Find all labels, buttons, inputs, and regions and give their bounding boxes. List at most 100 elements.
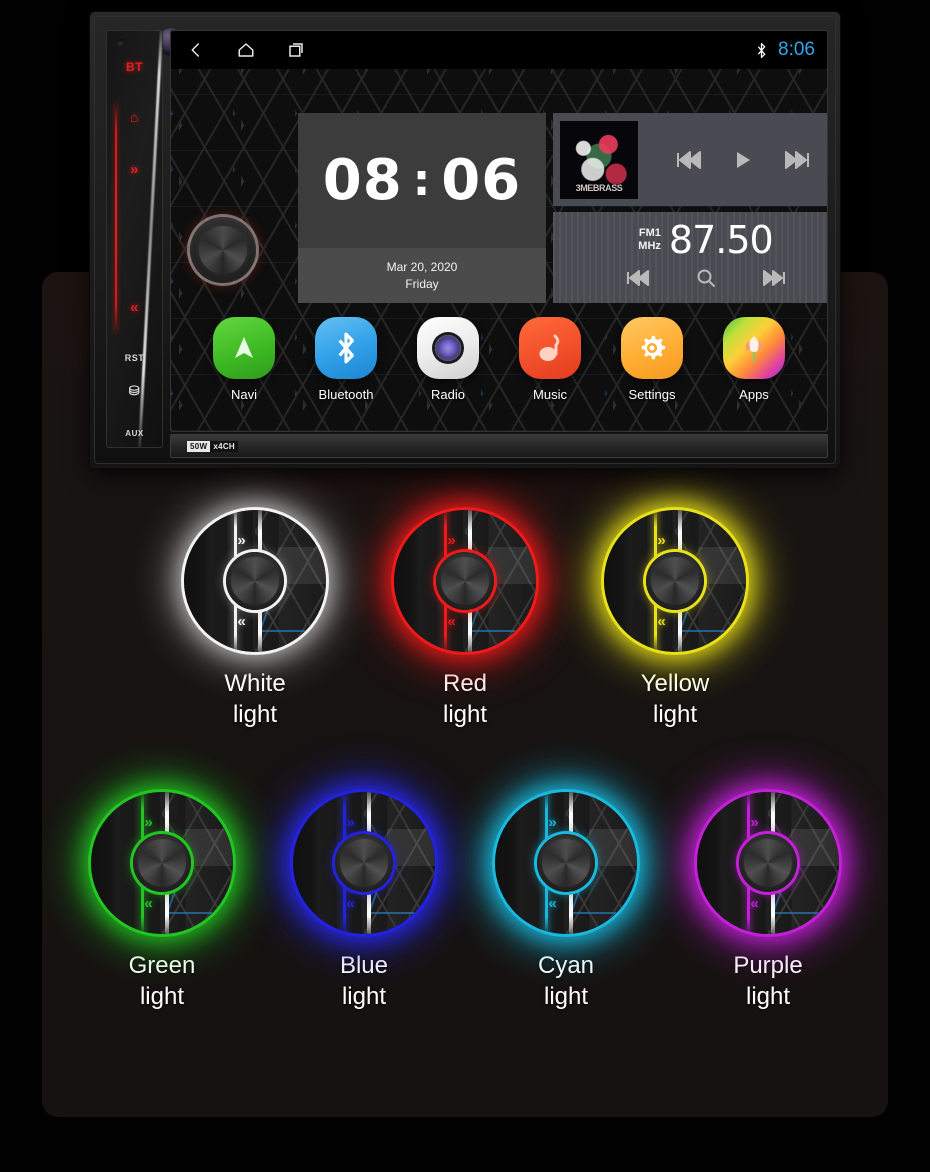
radio-dial-icon[interactable] [417,317,479,379]
next-track-button[interactable]: » [107,161,162,178]
light-option-blue[interactable]: » «Blue light [289,792,439,1012]
next-track-icon[interactable] [784,150,810,169]
label-line-1: Cyan [537,952,595,979]
prev-chevron-icon: « [548,895,557,912]
knob-preview-green[interactable]: » « [91,792,233,934]
seek-down-icon[interactable] [626,270,650,286]
tulip-flower-icon[interactable] [723,317,785,379]
knob-dial[interactable] [335,834,393,892]
panel-highlight [487,546,536,584]
label-line-2: light [543,983,589,1010]
prev-chevron-icon: « [346,895,355,912]
app-radio[interactable]: Radio [405,317,491,402]
screen-surface: 8:06 08 : 06 Mar 20, 2020 Friday 3MEBRAS… [171,31,827,431]
panel-highlight [697,546,746,584]
app-label-radio: Radio [431,387,465,402]
prev-chevron-icon: « [447,613,456,630]
clock-hours: 08 [322,148,403,213]
label-line-2: light [652,701,698,728]
knob-preview-yellow[interactable]: » « [604,510,746,652]
light-options-row-2: » «Green light» «Blue light» «Cyan light» «Purp… [42,792,888,1012]
label-line-2: light [341,983,386,1010]
panel-highlight [790,828,839,866]
knob-dial[interactable] [226,552,284,610]
next-chevron-icon: » [346,814,355,831]
album-art-title: 3MEBRASS [575,182,623,193]
light-option-white[interactable]: » « White light [180,510,330,730]
navigation-arrow-icon[interactable] [213,317,275,379]
back-button[interactable] [171,31,221,69]
app-bluetooth[interactable]: Bluetooth [303,317,389,402]
light-option-yellow[interactable]: » «Yellow light [600,510,750,730]
light-option-cyan[interactable]: » « Cyan light [491,792,641,1012]
light-option-label-blue: Blue light [340,950,388,1012]
clock-date-block: Mar 20, 2020 Friday [298,248,546,303]
radio-dial-glyph [435,335,461,361]
music-note-icon[interactable] [519,317,581,379]
next-chevron-icon: » [237,532,246,549]
bt-button[interactable]: BT [107,60,162,74]
seek-up-icon[interactable] [762,270,786,286]
clock-weekday: Friday [405,276,439,291]
bluetooth-icon [755,42,768,59]
panel-highlight [588,828,637,866]
prev-chevron-icon: « [144,895,153,912]
gear-icon[interactable] [621,317,683,379]
clock-minutes: 06 [441,148,522,213]
radio-band: FM1 [638,227,661,239]
recents-button[interactable] [271,31,321,69]
light-option-label-white: White light [224,668,285,730]
knob-dial[interactable] [646,552,704,610]
clock-separator: : [412,155,432,206]
music-widget[interactable]: 3MEBRASS [553,113,827,206]
light-option-red[interactable]: » «Red light [390,510,540,730]
reset-button[interactable]: RST [107,353,162,363]
page-root: » «White light» «Red light» «Yellow light » «Gr… [0,0,930,1172]
ir-sensor-icon [117,39,124,46]
next-chevron-icon: » [750,814,759,831]
left-control-strip: BT ⌂ » « RST ⛁ AUX [106,30,163,448]
previous-track-icon[interactable] [676,150,702,169]
home-button[interactable] [221,31,271,69]
volume-knob[interactable] [190,217,256,283]
knob-preview-cyan[interactable]: » « [495,792,637,934]
clock-date: Mar 20, 2020 [386,259,458,274]
knob-dial[interactable] [133,834,191,892]
play-icon[interactable] [734,150,752,170]
next-chevron-icon: » [657,532,666,549]
radio-widget[interactable]: FM1 MHz 87.50 [553,212,827,303]
knob-dial[interactable] [739,834,797,892]
label-line-2: light [442,701,488,728]
knob-dial[interactable] [537,834,595,892]
next-chevron-icon: » [144,814,153,831]
app-label-navi: Navi [230,387,257,402]
knob-preview-purple[interactable]: » « [697,792,839,934]
radio-frequency-row: FM1 MHz 87.50 [553,212,827,268]
app-apps[interactable]: Apps [711,317,797,402]
app-settings[interactable]: Settings [609,317,695,402]
bluetooth-icon[interactable] [315,317,377,379]
label-line-2: light [139,983,184,1010]
scan-search-icon[interactable] [696,268,716,288]
knob-preview-red[interactable]: » « [394,510,536,652]
light-options-row-1: » «White light» «Red light» «Yellow light [42,510,888,730]
app-label-music: Music [533,387,567,402]
light-option-green[interactable]: » «Green light [87,792,237,1012]
app-label-settings: Settings [628,387,676,402]
knob-preview-blue[interactable]: » « [293,792,435,934]
knob-preview-white[interactable]: » « [184,510,326,652]
prev-chevron-icon: « [750,895,759,912]
clock-widget[interactable]: 08 : 06 Mar 20, 2020 Friday [298,113,546,303]
prev-track-button[interactable]: « [107,299,162,316]
app-dock: Navi Bluetooth Radio Music Settings Apps [171,317,827,427]
app-music[interactable]: Music [507,317,593,402]
touchscreen[interactable]: 8:06 08 : 06 Mar 20, 2020 Friday 3MEBRAS… [170,30,828,432]
knob-dial[interactable] [436,552,494,610]
power-channels: x4CH [210,440,239,452]
light-option-purple[interactable]: » «Purple light [693,792,843,1012]
app-label-apps: Apps [739,387,769,402]
home-button-icon[interactable]: ⌂ [107,109,162,125]
app-navi[interactable]: Navi [201,317,287,402]
label-line-1: Purple [733,952,803,979]
light-option-label-cyan: Cyan light [538,950,594,1012]
